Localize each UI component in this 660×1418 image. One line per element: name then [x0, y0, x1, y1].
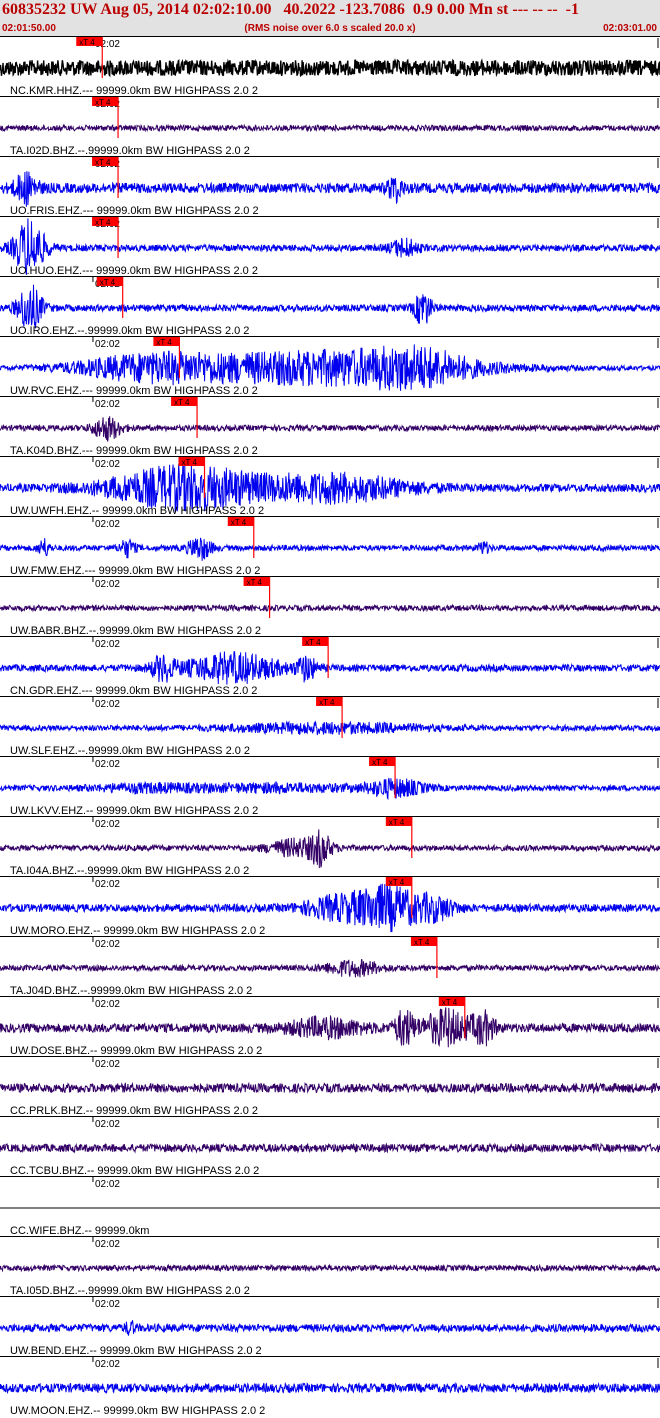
pick-label: xT 4	[414, 938, 430, 947]
station-label: UW.MOON.EHZ.-- 99999.0km BW HIGHPASS 2.0…	[10, 1405, 265, 1417]
station-label: UW.RVC.EHZ.--- 99999.0km BW HIGHPASS 2.0…	[10, 385, 258, 397]
pick-label: xT 4	[319, 698, 335, 707]
waveform-trace	[0, 1007, 660, 1048]
time-tick-label: 02:02	[95, 1119, 120, 1130]
station-label: CN.GDR.EHZ.--- 99999.0km BW HIGHPASS 2.0…	[10, 685, 257, 697]
pick-label: xT 4	[372, 758, 388, 767]
station-label: UW.DOSE.BHZ.-- 99999.0km BW HIGHPASS 2.0…	[10, 1045, 262, 1057]
station-label: UO.HUO.EHZ.--- 99999.0km BW HIGHPASS 2.0…	[10, 265, 258, 277]
station-label: UO.IRO.EHZ.--.99999.0km BW HIGHPASS 2.0 …	[10, 325, 249, 337]
station-label: UW.MORO.EHZ.-- 99999.0km BW HIGHPASS 2.0…	[10, 925, 265, 937]
time-tick-label: 02:02	[95, 579, 120, 590]
waveform-trace	[0, 777, 660, 801]
waveform-trace	[0, 603, 660, 613]
rms-note: (RMS noise over 6.0 s scaled 20.0 x)	[244, 23, 416, 34]
pick-label: xT 4	[95, 218, 111, 227]
waveform-trace	[0, 58, 660, 78]
station-label: UO.FRIS.EHZ.--- 99999.0km BW HIGHPASS 2.…	[10, 205, 259, 217]
event-title: 60835232 UW Aug 05, 2014 02:02:10.00 40.…	[2, 1, 579, 18]
seismogram-plot: 02:02xT 4NC.KMR.HHZ.--- 99999.0km BW HIG…	[0, 36, 660, 1417]
station-label: UW.BEND.EHZ.-- 99999.0km BW HIGHPASS 2.0…	[10, 1345, 262, 1357]
time-tick-label: 02:02	[95, 819, 120, 830]
header-bar: 60835232 UW Aug 05, 2014 02:02:10.00 40.…	[0, 0, 660, 36]
waveform-trace	[0, 1381, 660, 1395]
waveform-trace	[0, 1320, 660, 1336]
waveform-trace	[0, 651, 660, 685]
station-label: UW.BABR.BHZ.--.99999.0km BW HIGHPASS 2.0…	[10, 625, 261, 637]
station-label: UW.SLF.EHZ.--.99999.0km BW HIGHPASS 2.0 …	[10, 745, 250, 757]
time-tick-label: 02:02	[95, 1059, 120, 1070]
waveform-trace	[0, 123, 660, 133]
station-label: TA.I04A.BHZ.--.99999.0km BW HIGHPASS 2.0…	[10, 865, 249, 877]
station-label: UW.FMW.EHZ.--- 99999.0km BW HIGHPASS 2.0…	[10, 565, 260, 577]
pick-label: xT 4	[442, 998, 458, 1007]
time-tick-label: 02:02	[95, 1299, 120, 1310]
waveform-trace	[0, 720, 660, 736]
time-tick-label: 02:02	[95, 519, 120, 530]
time-tick-label: 02:02	[95, 1239, 120, 1250]
time-tick-label: 02:02	[95, 699, 120, 710]
station-label: CC.PRLK.BHZ.-- 99999.0km BW HIGHPASS 2.0…	[10, 1105, 258, 1117]
station-label: UW.LKVV.EHZ.-- 99999.0km BW HIGHPASS 2.0…	[10, 805, 258, 817]
time-tick-label: 02:02	[95, 1359, 120, 1370]
station-label: NC.KMR.HHZ.--- 99999.0km BW HIGHPASS 2.0…	[10, 85, 258, 97]
waveform-trace	[0, 829, 660, 869]
end-time-label: 02:03:01.00	[603, 23, 657, 34]
waveform-trace	[0, 284, 660, 329]
station-label: UW.UWFH.EHZ.-- 99999.0km BW HIGHPASS 2.0…	[10, 505, 264, 517]
waveform-trace	[0, 1142, 660, 1154]
station-label: TA.I05D.BHZ.--.99999.0km BW HIGHPASS 2.0…	[10, 1285, 250, 1297]
station-label: TA.J04D.BHZ.--.99999.0km BW HIGHPASS 2.0…	[10, 985, 252, 997]
station-label: TA.K04D.BHZ.--- 99999.0km BW HIGHPASS 2.…	[10, 445, 258, 457]
time-tick-label: 02:02	[95, 1179, 120, 1190]
pick-label: xT 4	[95, 158, 111, 167]
pick-label: xT 4	[156, 338, 172, 347]
time-tick-label: 02:02	[95, 639, 120, 650]
time-tick-label: 02:02	[95, 939, 120, 950]
station-label: CC.TCBU.BHZ.-- 99999.0km BW HIGHPASS 2.0…	[10, 1165, 259, 1177]
time-tick-label: 02:02	[95, 999, 120, 1010]
pick-label: xT 4	[95, 98, 111, 107]
waveform-trace	[0, 171, 660, 207]
pick-label: xT 4	[231, 518, 247, 527]
pick-label: xT 4	[79, 38, 95, 47]
time-tick-label: 02:02	[95, 459, 120, 470]
pick-label: xT 4	[182, 458, 198, 467]
pick-label: xT 4	[389, 878, 405, 887]
waveform-trace	[0, 537, 660, 561]
time-tick-label: 02:02	[95, 339, 120, 350]
waveform-trace	[0, 1263, 660, 1273]
waveform-trace	[0, 344, 660, 391]
waveform-trace	[0, 416, 660, 442]
pick-label: xT 4	[305, 638, 321, 647]
pick-label: xT 4	[247, 578, 263, 587]
time-tick-label: 02:02	[95, 879, 120, 890]
pick-label: xT 4	[389, 818, 405, 827]
station-label: TA.I02D.BHZ.--.99999.0km BW HIGHPASS 2.0…	[10, 145, 250, 157]
waveform-trace	[0, 1081, 660, 1095]
time-tick-label: 02:02	[95, 399, 120, 410]
waveform-trace	[0, 958, 660, 978]
pick-label: xT 4	[100, 278, 116, 287]
time-tick-label: 02:02	[95, 759, 120, 770]
pick-label: xT 4	[174, 398, 190, 407]
station-label: CC.WIFE.BHZ.-- 99999.0km	[10, 1225, 149, 1237]
